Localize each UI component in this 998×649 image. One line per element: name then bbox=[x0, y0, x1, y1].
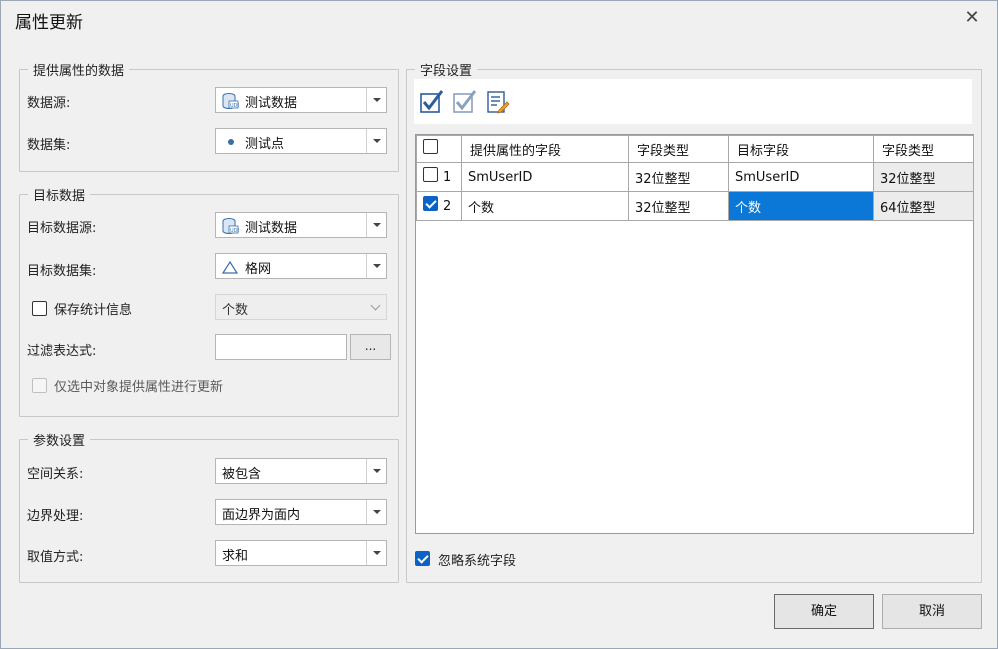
ok-button[interactable]: 确定 bbox=[774, 594, 874, 629]
row-checkbox[interactable] bbox=[423, 195, 438, 211]
attribute-update-dialog: 属性更新 ✕ 提供属性的数据 数据源: UDB 测试数据 数据集: 测试点 目标… bbox=[0, 0, 998, 649]
column-header-target-field[interactable]: 目标字段 bbox=[728, 135, 874, 163]
spatial-relation-select[interactable]: 被包含 bbox=[215, 458, 387, 484]
chevron-down-icon[interactable] bbox=[366, 88, 386, 112]
column-header-target-type[interactable]: 字段类型 bbox=[873, 135, 974, 163]
header-checkbox-cell[interactable] bbox=[416, 135, 462, 163]
filter-expression-label: 过滤表达式: bbox=[27, 344, 97, 359]
chevron-down-icon[interactable] bbox=[366, 500, 386, 524]
selected-only-label: 仅选中对象提供属性进行更新 bbox=[54, 380, 224, 395]
region-dataset-icon bbox=[221, 260, 239, 274]
target-field-cell[interactable]: SmUserID bbox=[728, 162, 874, 192]
save-stats-checkbox[interactable] bbox=[32, 301, 47, 316]
source-data-group: 提供属性的数据 bbox=[19, 60, 399, 172]
table-row[interactable]: 1 SmUserID 32位整型 SmUserID 32位整型 bbox=[416, 162, 974, 192]
chevron-down-icon[interactable] bbox=[366, 254, 386, 278]
chevron-down-icon[interactable] bbox=[366, 541, 386, 565]
filter-expression-input[interactable] bbox=[215, 334, 347, 360]
dialog-title: 属性更新 bbox=[15, 13, 83, 33]
target-datasource-label: 目标数据源: bbox=[27, 221, 97, 236]
target-field-cell[interactable]: 个数 bbox=[728, 191, 874, 221]
filter-expression-button[interactable]: ... bbox=[350, 334, 391, 360]
target-dataset-label: 目标数据集: bbox=[27, 264, 97, 279]
stats-field-select: 个数 bbox=[215, 294, 387, 320]
datasource-icon: UDB bbox=[222, 93, 239, 109]
select-all-icon[interactable] bbox=[419, 89, 445, 115]
boundary-handling-label: 边界处理: bbox=[27, 509, 84, 524]
source-datasource-value: 测试数据 bbox=[245, 96, 298, 111]
field-grid: 提供属性的字段 字段类型 目标字段 字段类型 1 SmUserID 32位整型 … bbox=[415, 134, 974, 534]
table-header-row: 提供属性的字段 字段类型 目标字段 字段类型 bbox=[416, 135, 974, 163]
value-method-select[interactable]: 求和 bbox=[215, 540, 387, 566]
chevron-down-icon bbox=[366, 295, 386, 319]
target-datasource-select[interactable]: UDB 测试数据 bbox=[215, 212, 387, 238]
target-dataset-select[interactable]: 格网 bbox=[215, 253, 387, 279]
value-method-value: 求和 bbox=[222, 549, 249, 564]
row-checkbox-cell[interactable]: 1 bbox=[416, 162, 462, 192]
source-field-cell: 个数 bbox=[461, 191, 629, 221]
ignore-system-fields-checkbox[interactable] bbox=[415, 551, 430, 566]
source-data-legend: 提供属性的数据 bbox=[33, 64, 125, 79]
target-type-cell: 64位整型 bbox=[873, 191, 974, 221]
selected-only-checkbox[interactable] bbox=[32, 378, 47, 393]
target-data-legend: 目标数据 bbox=[33, 189, 86, 204]
table-row[interactable]: 2 个数 32位整型 个数 64位整型 bbox=[416, 191, 974, 221]
value-method-label: 取值方式: bbox=[27, 550, 84, 565]
title-bar: 属性更新 ✕ bbox=[1, 1, 997, 37]
source-datasource-label: 数据源: bbox=[27, 96, 71, 111]
source-dataset-value: 测试点 bbox=[245, 137, 285, 152]
point-dataset-icon bbox=[228, 139, 234, 145]
target-datasource-value: 测试数据 bbox=[245, 221, 298, 236]
source-dataset-select[interactable]: 测试点 bbox=[215, 128, 387, 154]
select-inverse-icon[interactable] bbox=[452, 89, 478, 115]
row-checkbox-cell[interactable]: 2 bbox=[416, 191, 462, 221]
target-dataset-value: 格网 bbox=[245, 262, 272, 277]
column-header-source-field[interactable]: 提供属性的字段 bbox=[461, 135, 629, 163]
spatial-relation-value: 被包含 bbox=[222, 467, 262, 482]
param-settings-legend: 参数设置 bbox=[33, 434, 86, 449]
spatial-relation-label: 空间关系: bbox=[27, 467, 84, 482]
svg-text:UDB: UDB bbox=[230, 103, 239, 109]
field-table: 提供属性的字段 字段类型 目标字段 字段类型 1 SmUserID 32位整型 … bbox=[416, 135, 974, 221]
boundary-handling-value: 面边界为面内 bbox=[222, 508, 301, 523]
source-field-cell: SmUserID bbox=[461, 162, 629, 192]
source-dataset-label: 数据集: bbox=[27, 138, 71, 153]
field-list-edit-icon[interactable] bbox=[485, 89, 511, 115]
field-toolbar bbox=[414, 79, 972, 124]
cancel-button[interactable]: 取消 bbox=[882, 594, 982, 629]
row-index: 2 bbox=[443, 198, 452, 214]
save-stats-label: 保存统计信息 bbox=[54, 303, 133, 318]
boundary-handling-select[interactable]: 面边界为面内 bbox=[215, 499, 387, 525]
source-datasource-select[interactable]: UDB 测试数据 bbox=[215, 87, 387, 113]
header-select-all-checkbox[interactable] bbox=[423, 138, 438, 154]
ignore-system-fields-label: 忽略系统字段 bbox=[438, 554, 517, 569]
stats-field-value: 个数 bbox=[222, 303, 249, 318]
field-settings-legend: 字段设置 bbox=[420, 64, 473, 79]
column-header-source-type[interactable]: 字段类型 bbox=[628, 135, 729, 163]
row-index: 1 bbox=[443, 169, 452, 185]
datasource-icon: UDB bbox=[222, 218, 239, 234]
target-type-cell: 32位整型 bbox=[873, 162, 974, 192]
close-icon[interactable]: ✕ bbox=[961, 7, 983, 29]
chevron-down-icon[interactable] bbox=[366, 129, 386, 153]
row-checkbox[interactable] bbox=[423, 166, 438, 182]
source-type-cell: 32位整型 bbox=[628, 191, 729, 221]
svg-text:UDB: UDB bbox=[230, 228, 239, 234]
chevron-down-icon[interactable] bbox=[366, 459, 386, 483]
chevron-down-icon[interactable] bbox=[366, 213, 386, 237]
source-type-cell: 32位整型 bbox=[628, 162, 729, 192]
